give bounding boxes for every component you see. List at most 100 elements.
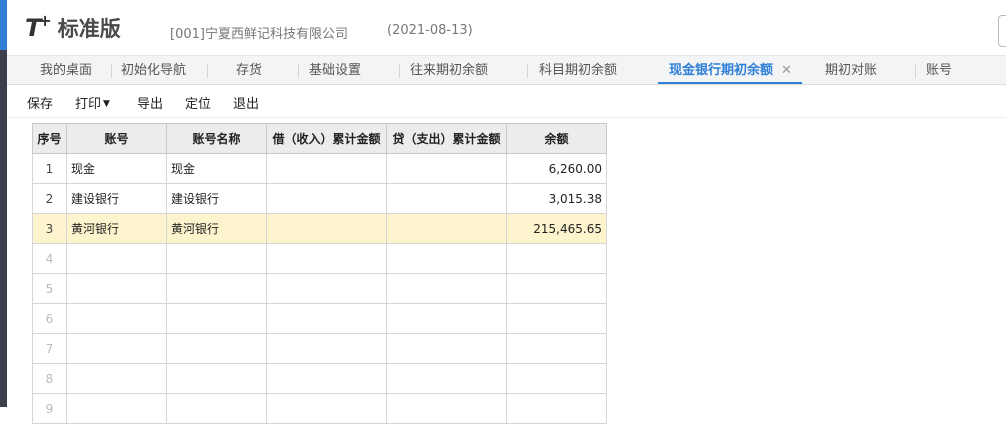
cell-credit[interactable] (386, 153, 507, 184)
cell-balance[interactable]: 3,015.38 (506, 183, 607, 214)
cell-credit[interactable] (386, 333, 507, 364)
cell-account-name[interactable]: 建设银行 (166, 183, 267, 214)
cell-debit[interactable] (266, 303, 387, 334)
col-header-balance: 余额 (506, 123, 607, 154)
export-button[interactable]: 导出 (137, 93, 163, 112)
cell-seq: 2 (32, 183, 67, 214)
tab-divider (527, 64, 528, 78)
cell-credit[interactable] (386, 213, 507, 244)
cell-credit[interactable] (386, 363, 507, 394)
tab-label: 现金银行期初余额 (669, 63, 774, 78)
cell-credit[interactable] (386, 183, 507, 214)
sidebar-accent (0, 0, 7, 50)
col-header-seq: 序号 (32, 123, 67, 154)
tab-basic-settings[interactable]: 基础设置 (309, 56, 361, 84)
cell-balance[interactable] (506, 273, 607, 304)
cell-seq: 3 (32, 213, 67, 244)
cell-debit[interactable] (266, 393, 387, 424)
print-button[interactable]: 打印 ▼ (75, 93, 110, 112)
tab-account[interactable]: 账号 (926, 56, 952, 84)
table-row[interactable]: 9 (32, 393, 607, 424)
table-row[interactable]: 4 (32, 243, 607, 274)
col-header-debit: 借（收入）累计金额 (266, 123, 387, 154)
cell-account-name[interactable] (166, 333, 267, 364)
cell-balance[interactable]: 215,465.65 (506, 213, 607, 244)
tab-divider (399, 64, 400, 78)
tab-label: 基础设置 (309, 63, 362, 78)
cell-account[interactable] (66, 243, 167, 274)
tab-inventory[interactable]: 存货 (236, 56, 262, 84)
cell-balance[interactable] (506, 393, 607, 424)
cell-account-name[interactable] (166, 273, 267, 304)
cell-balance[interactable]: 6,260.00 (506, 153, 607, 184)
save-button[interactable]: 保存 (27, 93, 53, 112)
cell-credit[interactable] (386, 303, 507, 334)
cell-account-name[interactable] (166, 393, 267, 424)
tab-opening-reconcile[interactable]: 期初对账 (825, 56, 877, 84)
table-row[interactable]: 2 建设银行 建设银行 3,015.38 (32, 183, 607, 214)
cell-account-name[interactable] (166, 363, 267, 394)
cell-balance[interactable] (506, 243, 607, 274)
tab-ar-ap-opening[interactable]: 往来期初余额 (410, 56, 488, 84)
cell-account[interactable] (66, 303, 167, 334)
table-row[interactable]: 1 现金 现金 6,260.00 (32, 153, 607, 184)
cell-account-name[interactable] (166, 303, 267, 334)
cell-debit[interactable] (266, 183, 387, 214)
cell-account[interactable]: 建设银行 (66, 183, 167, 214)
cell-account[interactable] (66, 273, 167, 304)
cell-debit[interactable] (266, 243, 387, 274)
tab-label: 初始化导航 (121, 63, 187, 78)
table-row[interactable]: 6 (32, 303, 607, 334)
tab-cash-bank-opening[interactable]: 现金银行期初余额 ✕ (658, 56, 802, 84)
tab-label: 我的桌面 (40, 63, 93, 78)
tab-divider (207, 64, 208, 78)
table-row-selected[interactable]: 3 黄河银行 黄河银行 215,465.65 (32, 213, 607, 244)
tab-label: 往来期初余额 (410, 63, 489, 78)
tab-close-icon[interactable]: ✕ (781, 63, 792, 78)
balance-table: 序号 账号 账号名称 借（收入）累计金额 贷（支出）累计金额 余额 1 现金 现… (32, 123, 607, 424)
cell-account[interactable] (66, 393, 167, 424)
col-header-account-name: 账号名称 (166, 123, 267, 154)
cell-credit[interactable] (386, 393, 507, 424)
exit-button[interactable]: 退出 (233, 93, 259, 112)
cell-account[interactable] (66, 363, 167, 394)
tab-my-desktop[interactable]: 我的桌面 (40, 56, 92, 84)
cell-account-name[interactable] (166, 243, 267, 274)
cell-credit[interactable] (386, 273, 507, 304)
cell-debit[interactable] (266, 333, 387, 364)
balance-grid: 序号 账号 账号名称 借（收入）累计金额 贷（支出）累计金额 余额 1 现金 现… (32, 123, 607, 424)
cell-account[interactable]: 黄河银行 (66, 213, 167, 244)
cell-debit[interactable] (266, 213, 387, 244)
table-row[interactable]: 8 (32, 363, 607, 394)
table-row[interactable]: 7 (32, 333, 607, 364)
tab-divider (298, 64, 299, 78)
tab-label: 账号 (926, 63, 953, 78)
cell-seq: 7 (32, 333, 67, 364)
cell-seq: 4 (32, 243, 67, 274)
cell-balance[interactable] (506, 333, 607, 364)
cell-balance[interactable] (506, 303, 607, 334)
cell-debit[interactable] (266, 273, 387, 304)
tab-bar: 我的桌面 初始化导航 存货 基础设置 往来期初余额 科目期初余额 现金银行期初余… (7, 56, 1006, 85)
app-logo: T + 标准版 (25, 11, 121, 43)
cell-account[interactable] (66, 333, 167, 364)
cell-credit[interactable] (386, 243, 507, 274)
print-label: 打印 (75, 97, 102, 112)
tab-label: 科目期初余额 (539, 63, 618, 78)
cell-debit[interactable] (266, 363, 387, 394)
cell-account[interactable]: 现金 (66, 153, 167, 184)
table-row[interactable]: 5 (32, 273, 607, 304)
header-search-box[interactable] (998, 15, 1006, 47)
tab-subject-opening[interactable]: 科目期初余额 (539, 56, 617, 84)
left-sidebar-strip (0, 0, 7, 407)
locate-button[interactable]: 定位 (185, 93, 211, 112)
tab-label: 存货 (236, 63, 263, 78)
cell-debit[interactable] (266, 153, 387, 184)
cell-account-name[interactable]: 现金 (166, 153, 267, 184)
logo-text: 标准版 (57, 17, 121, 41)
chevron-down-icon: ▼ (103, 99, 110, 109)
login-date: (2021-08-13) (387, 23, 473, 38)
tab-init-guide[interactable]: 初始化导航 (121, 56, 186, 84)
cell-balance[interactable] (506, 363, 607, 394)
cell-account-name[interactable]: 黄河银行 (166, 213, 267, 244)
